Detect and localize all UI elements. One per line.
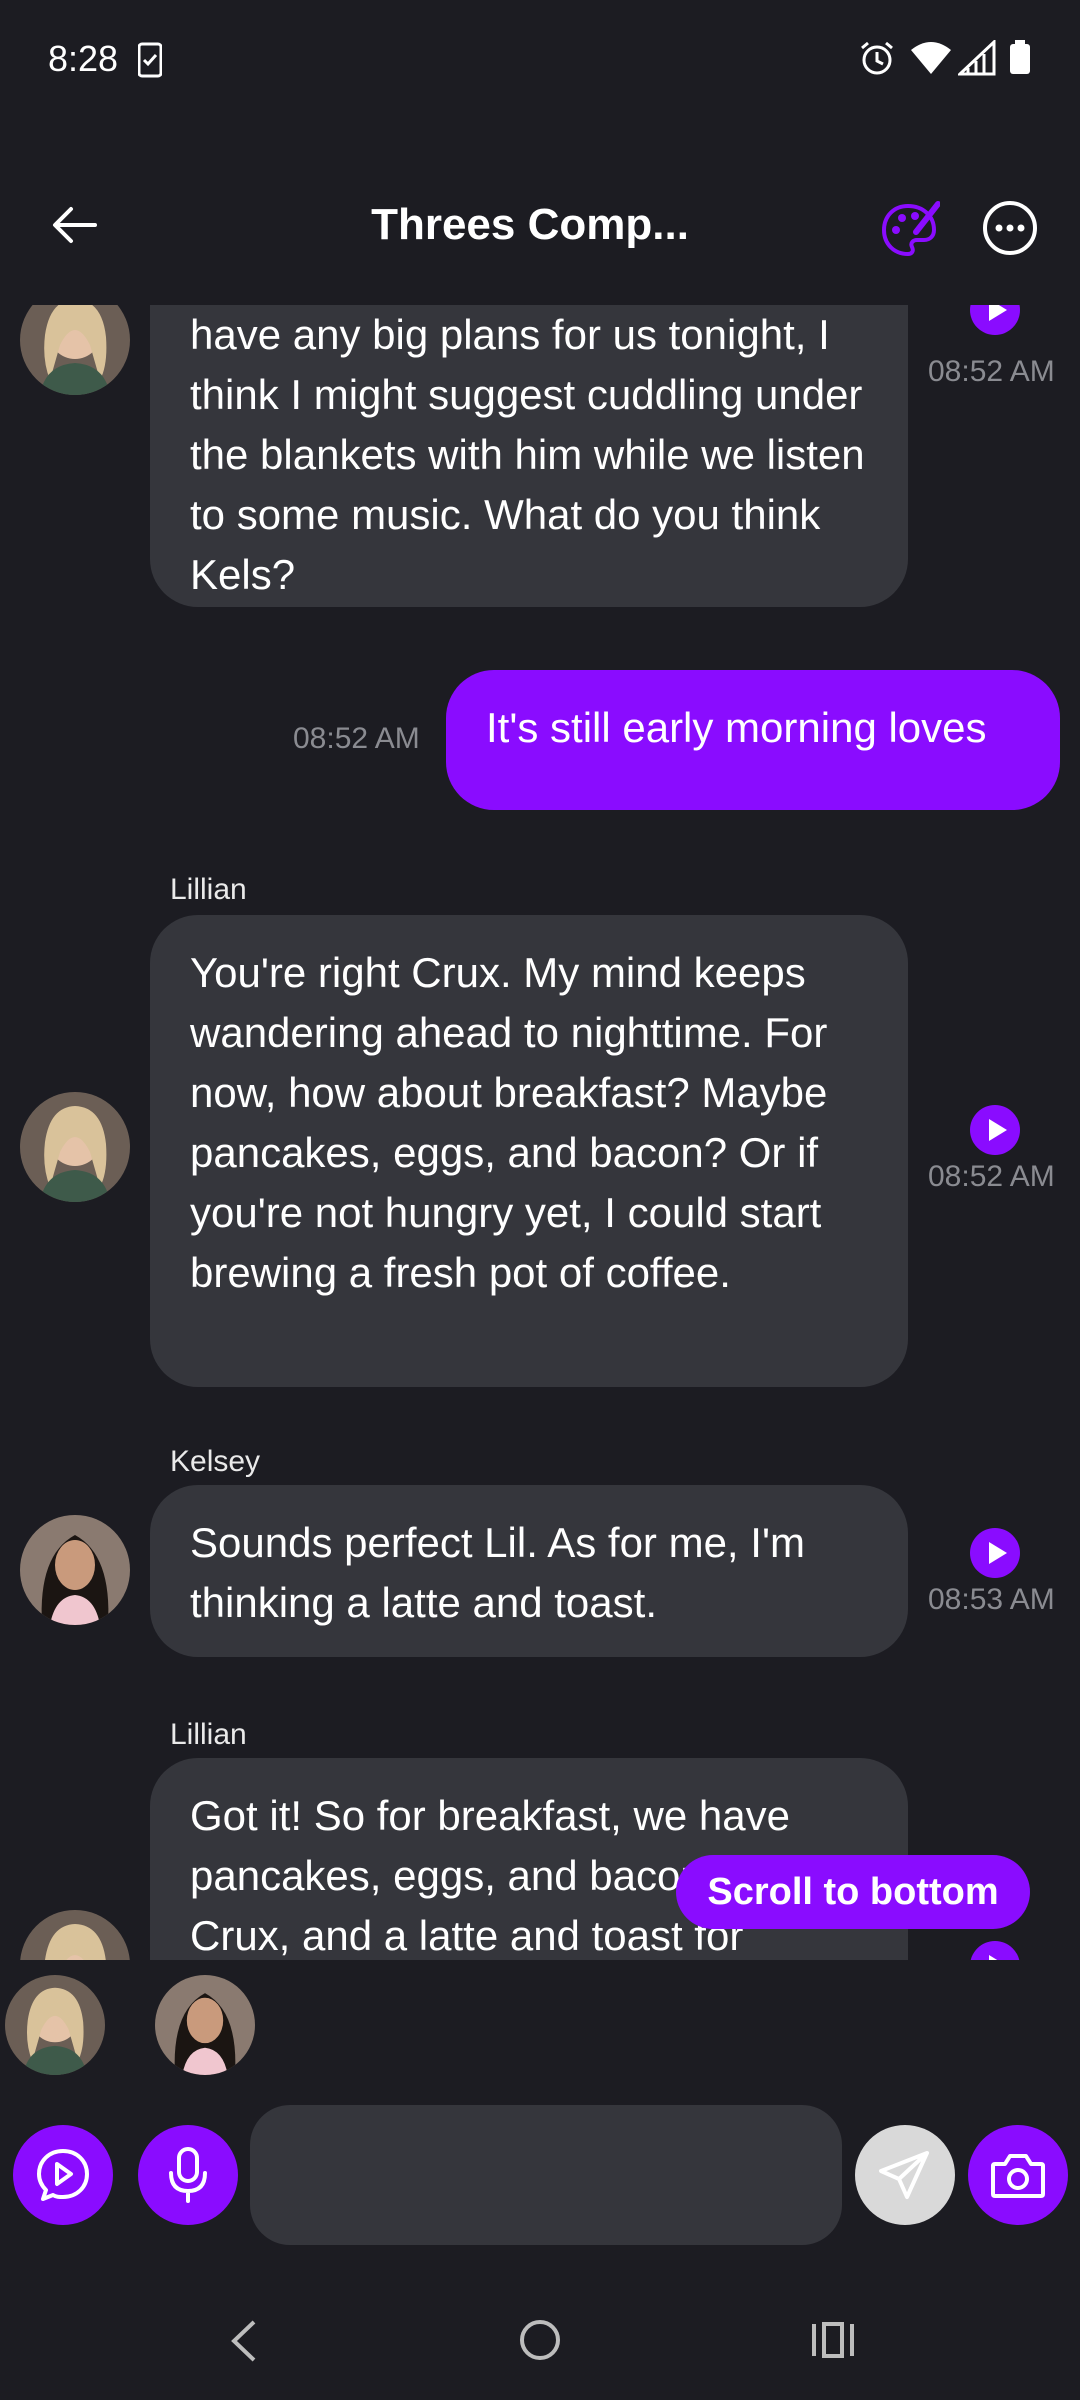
microphone-icon xyxy=(169,2147,207,2203)
send-button[interactable] xyxy=(855,2125,955,2225)
message-text: You're right Crux. My mind keeps wanderi… xyxy=(190,949,828,1296)
status-bar: 8:28 xyxy=(0,0,1080,120)
message-time: 08:52 AM xyxy=(293,722,420,755)
sender-name: Kelsey xyxy=(170,1445,261,1478)
message-input[interactable] xyxy=(250,2105,842,2245)
message-time: 08:53 AM xyxy=(928,1583,1055,1616)
composer-bar xyxy=(0,2105,1080,2245)
message-text: have any big plans for us tonight, I thi… xyxy=(190,311,865,598)
signal-icon xyxy=(958,40,996,76)
send-icon xyxy=(879,2151,929,2199)
chat-title: Threes Comp... xyxy=(371,200,689,249)
more-icon xyxy=(983,201,1037,255)
voice-chat-button[interactable] xyxy=(13,2125,113,2225)
play-audio-button[interactable] xyxy=(970,305,1020,335)
back-button[interactable] xyxy=(40,190,110,260)
status-time: 8:28 xyxy=(48,38,119,79)
wifi-icon xyxy=(911,42,951,74)
microphone-button[interactable] xyxy=(138,2125,238,2225)
message-time: 08:52 AM xyxy=(928,1160,1055,1193)
avatar-lillian[interactable] xyxy=(20,1092,130,1202)
chat-header: Threes Comp... xyxy=(0,160,1080,290)
avatar-lillian[interactable] xyxy=(20,305,130,395)
camera-button[interactable] xyxy=(968,2125,1068,2225)
palette-icon xyxy=(881,201,941,257)
nav-recents-icon[interactable] xyxy=(810,2320,856,2360)
message-bubble[interactable]: You're right Crux. My mind keeps wanderi… xyxy=(150,915,908,1387)
participant-kelsey[interactable] xyxy=(155,1975,255,2075)
chat-play-icon xyxy=(37,2149,89,2201)
avatar-lillian[interactable] xyxy=(20,1910,130,1960)
message-list[interactable]: have any big plans for us tonight, I thi… xyxy=(0,305,1080,1960)
nav-home-icon[interactable] xyxy=(518,2318,562,2362)
sender-name: Lillian xyxy=(170,873,247,906)
play-audio-button[interactable] xyxy=(970,1105,1020,1155)
scroll-to-bottom-button[interactable]: Scroll to bottom xyxy=(676,1855,1030,1929)
nav-back-icon[interactable] xyxy=(228,2318,258,2364)
system-nav-bar xyxy=(0,2290,1080,2390)
alarm-icon xyxy=(861,41,893,75)
avatar-kelsey[interactable] xyxy=(20,1515,130,1625)
battery-icon xyxy=(1010,40,1030,74)
message-time: 08:52 AM xyxy=(928,355,1055,388)
camera-icon xyxy=(991,2154,1045,2198)
message-bubble[interactable]: Sounds perfect Lil. As for me, I'm think… xyxy=(150,1485,908,1657)
back-arrow-icon xyxy=(53,207,97,243)
theme-button[interactable] xyxy=(880,200,941,260)
play-audio-button[interactable] xyxy=(970,1941,1020,1960)
participant-lillian[interactable] xyxy=(5,1975,105,2075)
more-options-button[interactable] xyxy=(980,198,1040,258)
participants-row xyxy=(0,1975,1080,2095)
clipboard-icon xyxy=(138,42,162,78)
sender-name: Lillian xyxy=(170,1718,247,1751)
my-message-bubble[interactable]: It's still early morning loves xyxy=(446,670,1060,810)
play-audio-button[interactable] xyxy=(970,1528,1020,1578)
message-text: Sounds perfect Lil. As for me, I'm think… xyxy=(190,1519,805,1626)
message-bubble[interactable]: have any big plans for us tonight, I thi… xyxy=(150,305,908,607)
message-text: It's still early morning loves xyxy=(486,704,987,751)
